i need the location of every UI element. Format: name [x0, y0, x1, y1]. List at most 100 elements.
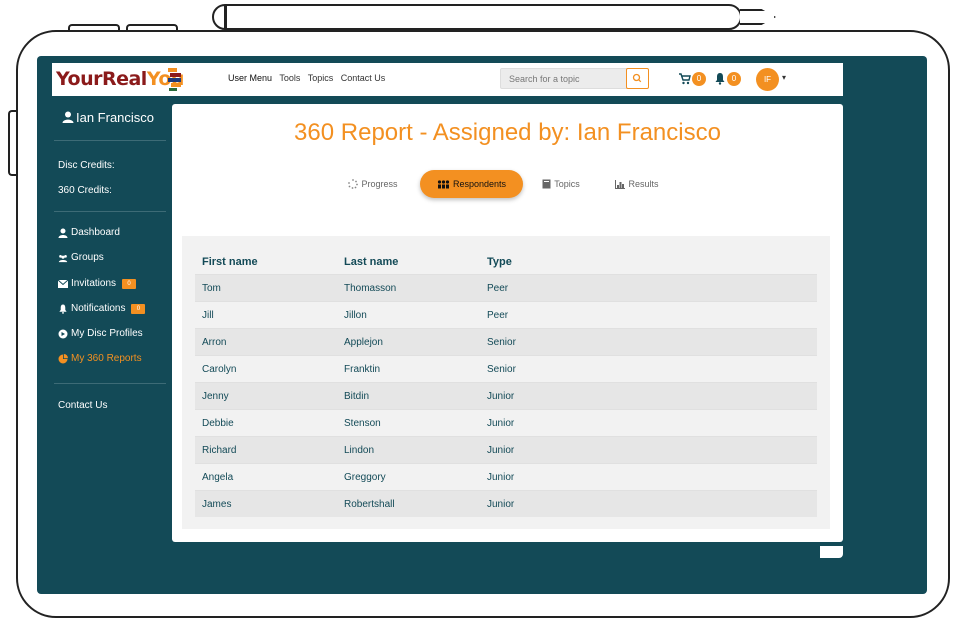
- tab-label: Results: [628, 179, 659, 189]
- table-cell: Franktin: [344, 364, 381, 375]
- report-panel: 360 Report - Assigned by: Ian Francisco …: [172, 104, 843, 542]
- logo[interactable]: YourRealYou: [56, 68, 184, 90]
- table-cell: Carolyn: [202, 364, 237, 375]
- report-tabs: Progress Respondents Topics Results: [172, 170, 843, 200]
- envelope-icon: [58, 279, 68, 288]
- column-header[interactable]: First name: [202, 256, 258, 268]
- sidebar-item-disc-profiles[interactable]: My Disc Profiles: [58, 328, 143, 339]
- sidebar-divider: [54, 211, 166, 212]
- table-cell: Arron: [202, 337, 227, 348]
- nav-tools[interactable]: Tools: [279, 73, 300, 83]
- table-cell: Jill: [202, 310, 214, 321]
- avatar[interactable]: IF: [756, 68, 779, 91]
- table-cell: Peer: [487, 310, 509, 321]
- tab-progress[interactable]: Progress: [342, 170, 404, 198]
- bell-icon: [59, 303, 67, 314]
- panel-corner: [820, 546, 843, 558]
- table-row[interactable]: Angela Greggory Junior: [195, 463, 817, 490]
- table-body: Tom Thomasson Peer Jill Jillon Peer Arron Apple…: [195, 274, 817, 517]
- sidebar-divider: [54, 140, 166, 141]
- table-cell: Junior: [487, 418, 515, 429]
- notifications-badge: 0: [131, 303, 146, 314]
- sidebar-item-label: My Disc Profiles: [71, 328, 143, 339]
- pie-icon: [58, 353, 68, 363]
- table-cell: Thomasson: [344, 283, 397, 294]
- top-navbar: YourRealYou User Menu Tools Topics Conta…: [52, 63, 843, 96]
- table-cell: Greggory: [344, 472, 386, 483]
- nav-contact-us[interactable]: Contact Us: [341, 73, 386, 83]
- sidebar-user[interactable]: Ian Francisco: [62, 110, 154, 125]
- sidebar-item-notifications[interactable]: Notifications 0: [58, 303, 146, 314]
- table-header: First name Last name Type: [182, 236, 830, 274]
- spinner-icon: [348, 179, 359, 189]
- sidebar-item-dashboard[interactable]: Dashboard: [58, 227, 120, 238]
- table-cell: Tom: [202, 283, 221, 294]
- tab-respondents[interactable]: Respondents: [420, 170, 523, 198]
- sidebar-item-contact-us[interactable]: Contact Us: [58, 400, 107, 411]
- table-cell: Debbie: [202, 418, 234, 429]
- nav-topics[interactable]: Topics: [308, 73, 334, 83]
- column-header[interactable]: Type: [487, 256, 512, 268]
- table-cell: Jenny: [202, 391, 229, 402]
- top-nav-menu: User Menu Tools Topics Contact Us: [228, 73, 390, 83]
- table-row[interactable]: Arron Applejon Senior: [195, 328, 817, 355]
- table-cell: James: [202, 499, 232, 510]
- table-row[interactable]: James Robertshall Junior: [195, 490, 817, 517]
- sidebar-item-invitations[interactable]: Invitations 0: [58, 278, 137, 289]
- table-row[interactable]: Carolyn Franktin Senior: [195, 355, 817, 382]
- invitations-badge: 0: [122, 278, 137, 289]
- cart-icon[interactable]: [678, 73, 692, 85]
- table-row[interactable]: Jill Jillon Peer: [195, 301, 817, 328]
- table-cell: Lindon: [344, 445, 375, 456]
- respondents-table: First name Last name Type Tom Thomasson Pe…: [182, 236, 830, 529]
- credits-360-label: 360 Credits:: [58, 185, 112, 196]
- circle-icon: [58, 329, 68, 338]
- table-row[interactable]: Richard Lindon Junior: [195, 436, 817, 463]
- sidebar-user-name: Ian Francisco: [76, 110, 155, 125]
- sidebar-item-groups[interactable]: Groups: [58, 252, 104, 263]
- tab-label: Topics: [554, 179, 580, 189]
- sidebar-item-label: Groups: [71, 252, 104, 263]
- table-row[interactable]: Jenny Bitdin Junior: [195, 382, 817, 409]
- table-cell: Junior: [487, 499, 515, 510]
- bell-icon[interactable]: [714, 72, 726, 85]
- column-header[interactable]: Last name: [344, 256, 398, 268]
- pencil-outline: [212, 4, 742, 30]
- book-icon: [542, 179, 551, 189]
- table-cell: Junior: [487, 391, 515, 402]
- table-cell: Jillon: [344, 310, 367, 321]
- sidebar-item-label: Dashboard: [71, 227, 120, 238]
- table-cell: Senior: [487, 337, 516, 348]
- logo-text-main: YourReal: [56, 68, 147, 90]
- pencil-band: [224, 6, 227, 28]
- table-cell: Angela: [202, 472, 234, 483]
- page-title: 360 Report - Assigned by: Ian Francisco: [294, 119, 721, 146]
- sidebar-item-label: My 360 Reports: [71, 353, 142, 364]
- table-row[interactable]: Tom Thomasson Peer: [195, 274, 817, 301]
- sidebar-item-360-reports[interactable]: My 360 Reports: [58, 353, 142, 364]
- table-cell: Bitdin: [344, 391, 370, 402]
- bell-count-badge: 0: [727, 72, 741, 86]
- table-cell: Richard: [202, 445, 237, 456]
- chart-icon: [615, 179, 626, 189]
- nav-user-menu[interactable]: User Menu: [228, 73, 272, 83]
- search-button[interactable]: [626, 68, 649, 89]
- table-cell: Stenson: [344, 418, 381, 429]
- sidebar-item-label: Notifications: [71, 303, 126, 314]
- search-icon: [632, 73, 642, 83]
- table-cell: Senior: [487, 364, 516, 375]
- users-icon: [58, 254, 68, 262]
- tab-label: Progress: [361, 179, 398, 189]
- tab-topics[interactable]: Topics: [538, 170, 584, 198]
- user-icon: [62, 111, 74, 123]
- tab-results[interactable]: Results: [612, 170, 662, 198]
- table-cell: Applejon: [344, 337, 383, 348]
- table-row[interactable]: Debbie Stenson Junior: [195, 409, 817, 436]
- user-icon: [58, 228, 68, 238]
- logo-flag-icon: [168, 68, 181, 91]
- table-cell: Junior: [487, 472, 515, 483]
- users-icon: [437, 179, 450, 188]
- table-cell: Peer: [487, 283, 509, 294]
- table-cell: Robertshall: [344, 499, 395, 510]
- chevron-down-icon[interactable]: ▾: [782, 73, 786, 82]
